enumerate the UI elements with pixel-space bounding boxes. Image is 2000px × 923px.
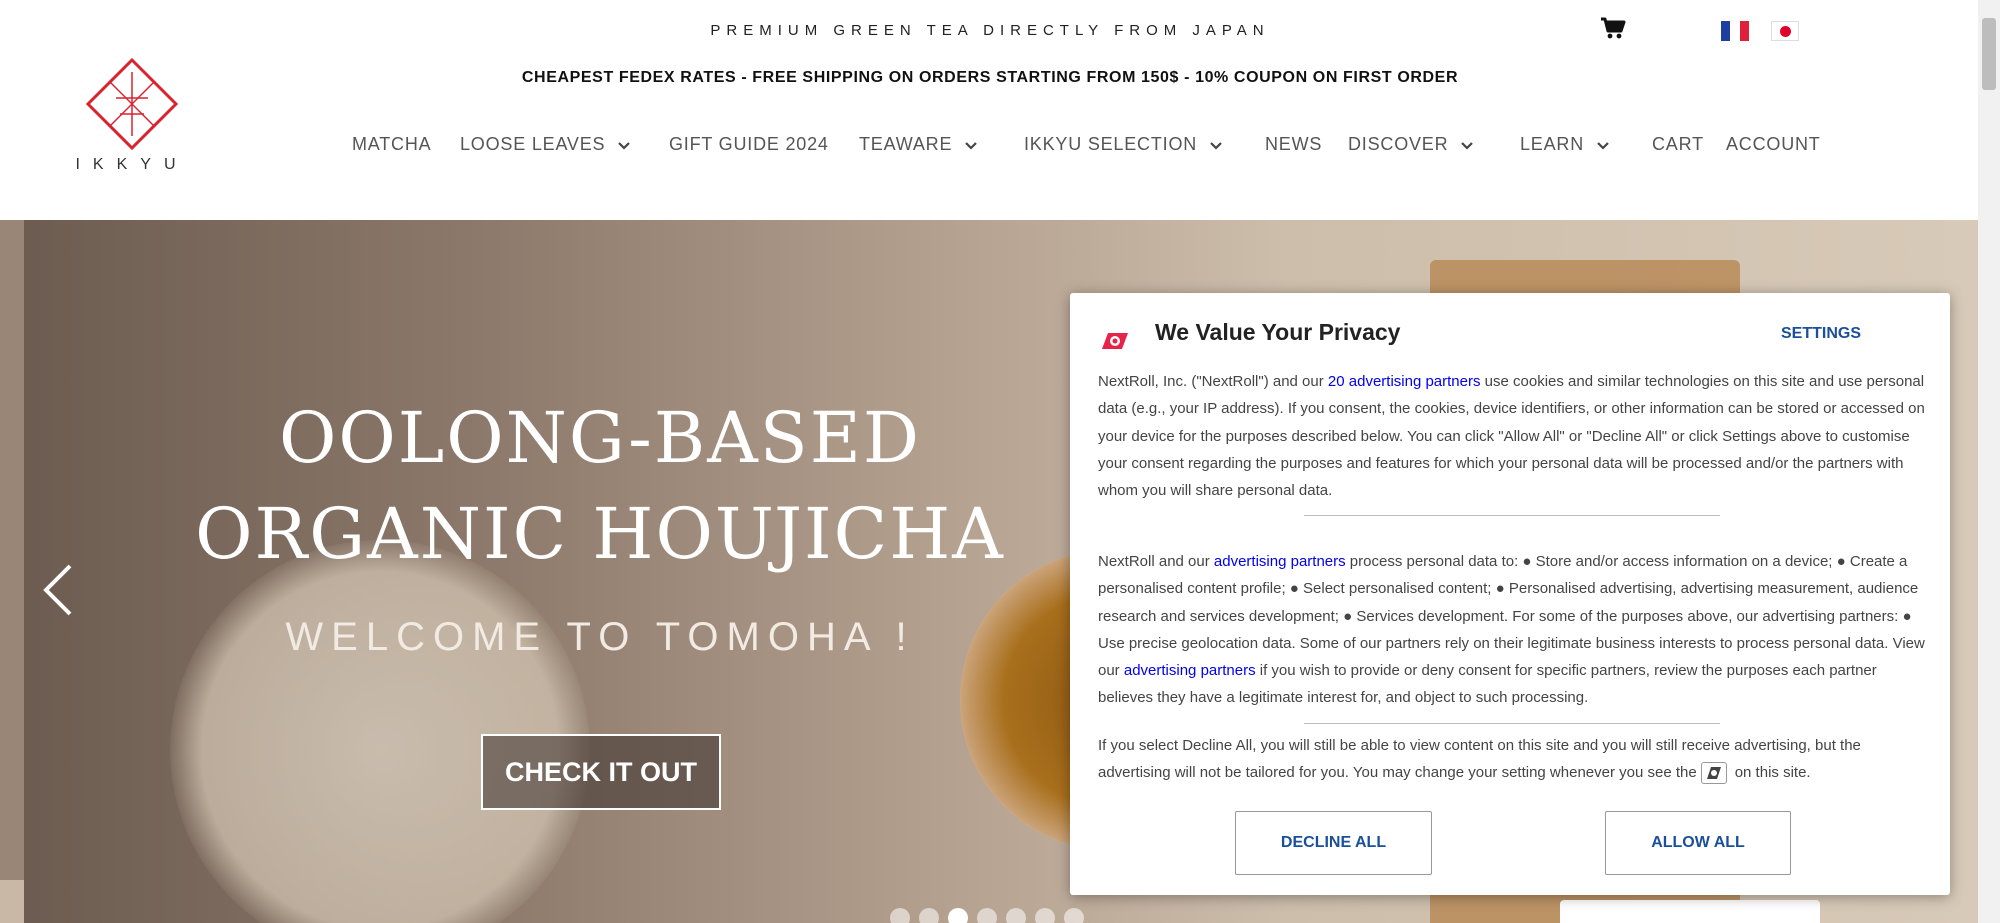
chevron-left-icon[interactable] [38,560,78,620]
advertising-partners-link[interactable]: advertising partners [1214,553,1346,570]
nextroll-settings-icon[interactable] [1700,762,1727,785]
tagline: PREMIUM GREEN TEA DIRECTLY FROM JAPAN [710,22,1270,39]
flag-france-icon[interactable] [1721,21,1749,41]
chevron-down-icon [964,135,978,156]
chevron-down-icon [1596,135,1610,156]
consent-paragraph-3: If you select Decline All, you will stil… [1098,732,1926,787]
flag-japan-icon[interactable] [1771,21,1799,41]
hero-white-tab [1560,900,1820,923]
chevron-down-icon [1460,135,1474,156]
logo-text: IKKYU [75,156,189,173]
page-scrollbar[interactable] [1978,0,2000,923]
slider-dot[interactable] [1035,908,1055,923]
slider-dot[interactable] [1064,908,1084,923]
hero-edge [0,220,24,923]
decline-all-button[interactable]: DECLINE ALL [1235,811,1432,875]
nextroll-logo-icon [1098,329,1132,358]
logo-mark-icon [86,58,178,150]
nav-cart[interactable]: CART [1652,134,1704,155]
nav-ikkyu-selection[interactable]: IKKYU SELECTION [1024,134,1223,156]
nav-matcha[interactable]: MATCHA [352,134,431,155]
slider-dot-active[interactable] [948,908,968,923]
shipping-banner: CHEAPEST FEDEX RATES - FREE SHIPPING ON … [521,69,1459,86]
hero-subtitle: WELCOME TO TOMOHA ! [285,615,915,659]
divider [1304,723,1720,724]
consent-title: We Value Your Privacy [1155,319,1401,345]
nav-learn[interactable]: LEARN [1520,134,1610,156]
consent-paragraph-2: NextRoll and our advertising partners pr… [1098,553,1925,707]
nav-teaware[interactable]: TEAWARE [859,134,978,156]
hero-title: OOLONG-BASED ORGANIC HOUJICHA [195,397,1005,575]
hero-dried-flowers-image [170,540,590,923]
nav-gift-guide[interactable]: GIFT GUIDE 2024 [669,134,829,155]
logo[interactable]: IKKYU [72,58,192,176]
allow-all-button[interactable]: ALLOW ALL [1605,811,1791,875]
slider-dots [890,908,1084,923]
check-it-out-button[interactable]: CHECK IT OUT [481,734,721,810]
hero-edge-lower [0,880,24,923]
chevron-down-icon [1209,135,1223,156]
nav-account[interactable]: ACCOUNT [1726,134,1821,155]
advertising-partners-link[interactable]: advertising partners [1124,662,1256,679]
settings-link[interactable]: SETTINGS [1781,325,1861,343]
advertising-partners-link[interactable]: 20 advertising partners [1328,373,1481,390]
slider-dot[interactable] [919,908,939,923]
nav-discover[interactable]: DISCOVER [1348,134,1474,156]
chevron-down-icon [617,135,631,156]
consent-paragraph-1: NextRoll, Inc. ("NextRoll") and our 20 a… [1098,373,1925,500]
nav-news[interactable]: NEWS [1265,134,1322,155]
divider [1304,515,1720,516]
privacy-consent-dialog: We Value Your Privacy SETTINGS NextRoll,… [1070,293,1950,895]
nav-loose-leaves[interactable]: LOOSE LEAVES [460,134,631,156]
slider-dot[interactable] [977,908,997,923]
slider-dot[interactable] [1006,908,1026,923]
slider-dot[interactable] [890,908,910,923]
scrollbar-thumb[interactable] [1982,18,1996,90]
cart-icon[interactable] [1600,16,1626,40]
